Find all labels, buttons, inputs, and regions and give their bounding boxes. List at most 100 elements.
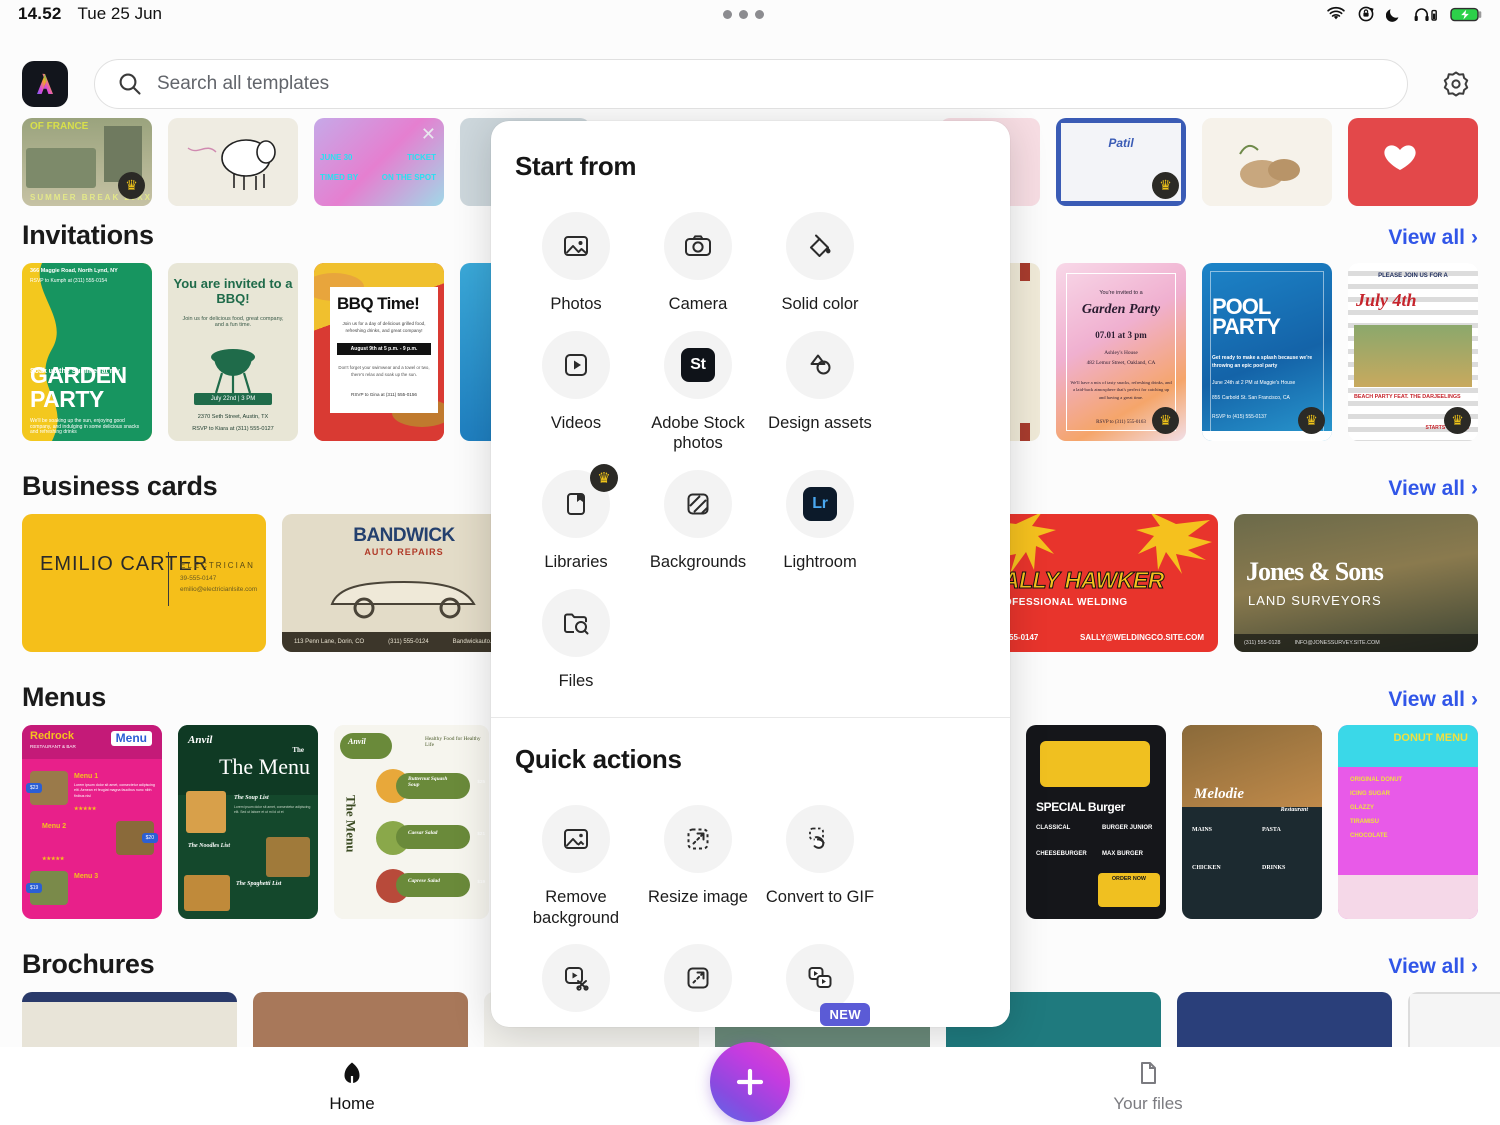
card-title: Garden Party xyxy=(1056,303,1186,318)
card-date: 07.01 at 3 pm xyxy=(1056,331,1186,340)
premium-crown-badge: ♛ xyxy=(1152,407,1179,434)
template-card-bandwick[interactable]: BANDWICK AUTO REPAIRS 113 Penn Lane, Dor… xyxy=(282,514,526,652)
nav-item-home[interactable]: Home xyxy=(252,1058,452,1114)
menu-price: $25 xyxy=(477,780,485,785)
folder-search-icon xyxy=(542,589,610,657)
template-card-sally-hawker[interactable]: SALLY HAWKER PROFESSIONAL WELDING 311-55… xyxy=(974,514,1218,652)
search-bar[interactable]: Search all templates xyxy=(94,59,1408,109)
template-card[interactable]: Patil ♛ xyxy=(1056,118,1186,206)
search-input[interactable]: Search all templates xyxy=(157,73,329,95)
template-card-jones-and-sons[interactable]: Jones & Sons LAND SURVEYORS (311) 555-01… xyxy=(1234,514,1478,652)
template-card-garden-party[interactable]: 366 Maggie Road, North Lynd, NY RSVP to … xyxy=(22,263,152,441)
start-from-lightroom[interactable]: Lr Lightroom xyxy=(759,454,881,573)
settings-button[interactable] xyxy=(1434,62,1478,106)
trim-video-icon xyxy=(542,944,610,1012)
quick-action-resize-video[interactable]: Resize video xyxy=(637,928,759,1027)
multitask-handle[interactable] xyxy=(162,10,1326,19)
stock-app-tag: St xyxy=(681,348,715,382)
start-from-backgrounds[interactable]: Backgrounds xyxy=(637,454,759,573)
start-from-libraries[interactable]: ♛ Libraries xyxy=(515,454,637,573)
menu-price: $19 xyxy=(477,880,485,885)
status-time: 14.52 xyxy=(18,4,62,24)
template-card-anvil-healthy[interactable]: Anvil Healthy Food for Healthy Life The … xyxy=(334,725,489,919)
video-play-icon xyxy=(542,331,610,399)
template-card-emilio-carter[interactable]: EMILIO CARTER ELECTRICIAN 39-555-0147 em… xyxy=(22,514,266,652)
start-from-heading: Start from xyxy=(515,151,986,182)
battery-charging-icon xyxy=(1450,6,1482,23)
nav-item-your-files[interactable]: Your files xyxy=(1048,1058,1248,1114)
template-card-special-burger[interactable]: SPECIAL Burger CLASSICAL BURGER JUNIOR C… xyxy=(1026,725,1166,919)
menu-cta: ORDER NOW xyxy=(1112,877,1146,883)
status-date: Tue 25 Jun xyxy=(78,4,162,24)
handle-dot-1 xyxy=(723,10,732,19)
template-card-redrock-menu[interactable]: Redrock RESTAURANT & BAR Menu Menu 1 Lor… xyxy=(22,725,162,919)
template-card-pool-party[interactable]: POOL PARTY Get ready to make a splash be… xyxy=(1202,263,1332,441)
card-phone: 39-555-0147 xyxy=(180,576,216,583)
template-card-anvil-green[interactable]: Anvil The The Menu The Soup List Lorem i… xyxy=(178,725,318,919)
start-from-files[interactable]: Files xyxy=(515,573,637,692)
start-from-adobe-stock-photos[interactable]: St Adobe Stock photos xyxy=(637,315,759,454)
template-card[interactable] xyxy=(1408,992,1500,1048)
start-from-camera[interactable]: Camera xyxy=(637,196,759,315)
view-all-brochures[interactable]: View all › xyxy=(1388,955,1478,979)
template-card[interactable] xyxy=(168,118,298,206)
card-role: LAND SURVEYORS xyxy=(1248,594,1382,608)
menu-item: ICING SUGAR xyxy=(1350,791,1390,797)
card-title: SALLY HAWKER xyxy=(988,568,1164,592)
template-card[interactable] xyxy=(1348,118,1478,206)
start-from-section: Start from Photos xyxy=(491,121,1010,691)
view-all-business-cards[interactable]: View all › xyxy=(1388,477,1478,501)
wifi-icon xyxy=(1326,6,1346,22)
template-card[interactable] xyxy=(1202,118,1332,206)
paint-bucket-icon xyxy=(786,212,854,280)
handle-dot-2 xyxy=(739,10,748,19)
template-card[interactable] xyxy=(253,992,468,1048)
template-card[interactable] xyxy=(1177,992,1392,1048)
card-address: 482 Lemur Street, Oakland, CA xyxy=(1056,361,1186,367)
quick-action-convert-to-gif[interactable]: Convert to GIF xyxy=(759,789,881,928)
template-card[interactable] xyxy=(22,992,237,1048)
card-phone: (311) 555-0124 xyxy=(388,639,429,645)
template-card[interactable]: OF FRANCE SUMMER BREAK 20XX ♛ xyxy=(22,118,152,206)
start-from-solid-color[interactable]: Solid color xyxy=(759,196,881,315)
status-bar: 14.52 Tue 25 Jun xyxy=(0,0,1500,28)
express-a-icon xyxy=(31,70,59,98)
close-icon[interactable]: ✕ xyxy=(421,124,436,145)
view-all-label: View all xyxy=(1388,477,1465,501)
create-new-button[interactable] xyxy=(710,1042,790,1122)
view-all-menus[interactable]: View all › xyxy=(1388,688,1478,712)
view-all-invitations[interactable]: View all › xyxy=(1388,226,1478,250)
card-title: DONUT MENU xyxy=(1393,733,1468,745)
adobe-express-logo[interactable] xyxy=(22,61,68,107)
menu-section: CHICKEN xyxy=(1192,865,1221,871)
start-from-photos[interactable]: Photos xyxy=(515,196,637,315)
search-icon xyxy=(117,71,143,97)
template-card-melodie[interactable]: Melodie Restaurant MAINS PASTA CHICKEN D… xyxy=(1182,725,1322,919)
merge-video-icon: NEW xyxy=(786,944,854,1012)
menu-item: TIRAMISU xyxy=(1350,819,1379,825)
card-rsvp: RSVP to (415) 555-0137 xyxy=(1212,415,1267,420)
template-card-july-4th[interactable]: PLEASE JOIN US FOR A July 4th BEACH PART… xyxy=(1348,263,1478,441)
tile-label: Merge video xyxy=(761,1026,879,1027)
tile-label: Convert to GIF xyxy=(761,887,879,908)
quick-action-trim-video[interactable]: Trim video xyxy=(515,928,637,1027)
chevron-right-icon: › xyxy=(1471,688,1478,712)
quick-action-remove-background[interactable]: Remove background xyxy=(515,789,637,928)
file-icon xyxy=(1133,1058,1163,1088)
menu-item: GLAZZY xyxy=(1350,805,1374,811)
do-not-disturb-moon-icon xyxy=(1386,6,1402,23)
card-sub: RESTAURANT & BAR xyxy=(30,745,76,750)
start-from-design-assets[interactable]: Design assets xyxy=(759,315,881,454)
quick-action-merge-video[interactable]: NEW Merge video xyxy=(759,928,881,1027)
template-card[interactable]: ✕ JUNE 30 TICKET TIMED BY ON THE SPOT xyxy=(314,118,444,206)
template-card-bbq-time[interactable]: BBQ Time! Join us for a day of delicious… xyxy=(314,263,444,441)
template-card-garden-party-watercolor[interactable]: You're invited to a Garden Party 07.01 a… xyxy=(1056,263,1186,441)
quick-action-resize-image[interactable]: Resize image xyxy=(637,789,759,928)
tile-label: Resize video xyxy=(639,1026,757,1027)
quick-actions-grid: Remove background Resize image xyxy=(515,789,986,1027)
quick-actions-section: Quick actions Remove background xyxy=(491,718,1010,1027)
template-card-donut-menu[interactable]: DONUT MENU ORIGINAL DONUT ICING SUGAR GL… xyxy=(1338,725,1478,919)
card-title: GARDEN PARTY xyxy=(30,363,152,411)
template-card-bbq-invite[interactable]: You are invited to a BBQ! Join us for de… xyxy=(168,263,298,441)
start-from-videos[interactable]: Videos xyxy=(515,315,637,454)
